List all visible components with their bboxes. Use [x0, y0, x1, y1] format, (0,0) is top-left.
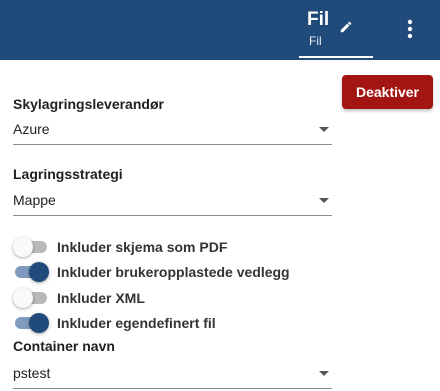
- toggle-label: Inkluder egendefinert fil: [57, 315, 216, 331]
- dropdown-arrow-icon: [319, 127, 329, 132]
- tab-subtitle: Fil: [309, 34, 322, 48]
- tab-title: Fil: [307, 9, 330, 30]
- toggle-row-attachments: Inkluder brukeropplastede vedlegg: [13, 261, 333, 283]
- storage-provider-label: Skylagringsleverandør: [13, 96, 164, 112]
- storage-strategy-select[interactable]: Mappe: [13, 188, 332, 216]
- toggle-switch[interactable]: [13, 237, 49, 257]
- top-app-bar: Fil Fil: [0, 0, 440, 60]
- toggle-row-xml: Inkluder XML: [13, 287, 333, 309]
- more-vertical-icon[interactable]: [400, 18, 420, 40]
- container-name-value: pstest: [13, 365, 51, 381]
- dropdown-arrow-icon: [319, 371, 329, 376]
- container-name-label: Container navn: [13, 338, 115, 354]
- toggle-row-pdf: Inkluder skjema som PDF: [13, 236, 333, 258]
- toggle-switch[interactable]: [13, 288, 49, 308]
- toggle-switch[interactable]: [13, 262, 49, 282]
- toggle-label: Inkluder XML: [57, 290, 145, 306]
- storage-strategy-value: Mappe: [13, 192, 56, 208]
- storage-provider-select[interactable]: Azure: [13, 117, 332, 145]
- deactivate-button[interactable]: Deaktiver: [342, 75, 433, 109]
- toggle-label: Inkluder skjema som PDF: [57, 239, 228, 255]
- tab-fil[interactable]: Fil Fil: [299, 0, 373, 60]
- container-name-select[interactable]: pstest: [13, 361, 332, 389]
- dropdown-arrow-icon: [319, 198, 329, 203]
- toggle-label: Inkluder brukeropplastede vedlegg: [57, 264, 290, 280]
- toggle-switch[interactable]: [13, 313, 49, 333]
- toggle-row-custom-file: Inkluder egendefinert fil: [13, 312, 333, 334]
- tab-active-indicator: [299, 56, 373, 58]
- storage-strategy-label: Lagringsstrategi: [13, 166, 123, 182]
- storage-provider-value: Azure: [13, 121, 50, 137]
- pencil-icon[interactable]: [339, 20, 353, 34]
